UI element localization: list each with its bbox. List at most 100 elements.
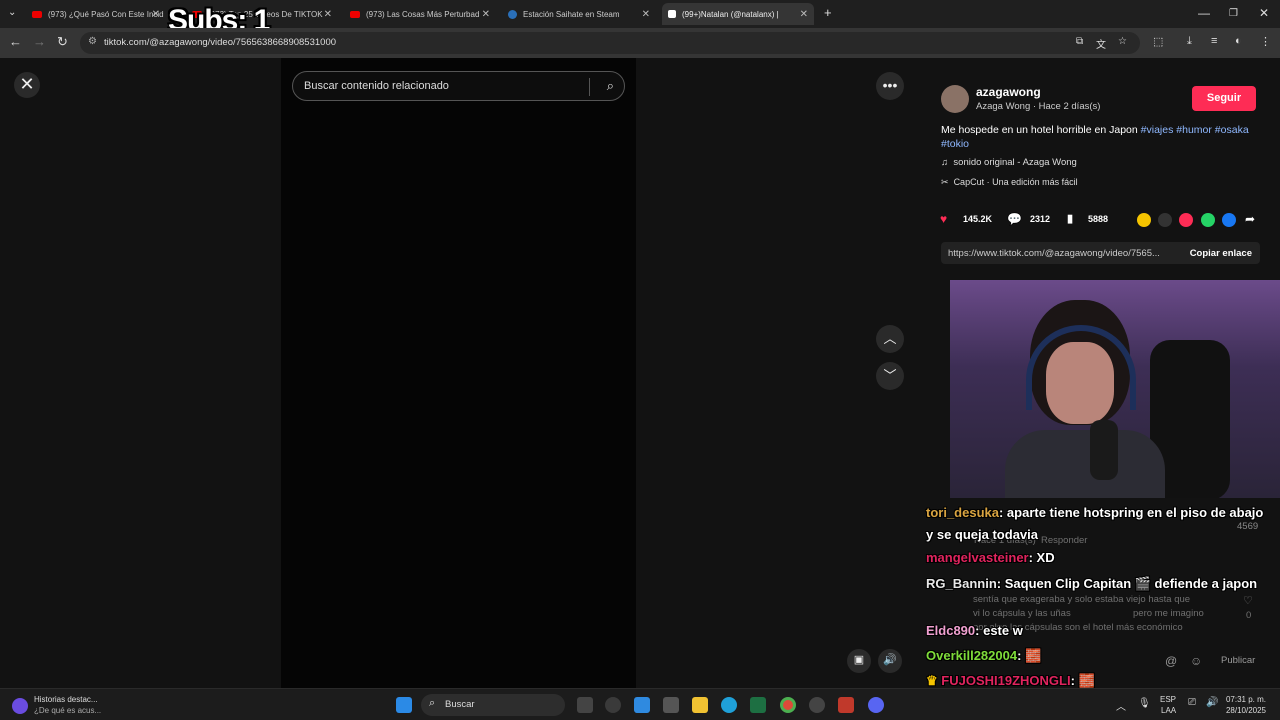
chat-username: FUJOSHI19ZHONGLI <box>941 673 1071 688</box>
emoji-share-icon[interactable] <box>1137 213 1151 227</box>
like-count: 145.2K <box>963 214 993 224</box>
video-player[interactable]: Buscar contenido relacionado ⌕ <box>281 58 636 688</box>
bookmark-icon[interactable]: ▮ <box>1067 212 1073 225</box>
start-icon[interactable] <box>396 697 412 713</box>
close-video-button[interactable]: ✕ <box>14 72 40 98</box>
avatar[interactable] <box>941 85 969 113</box>
profile-icon[interactable]: ◐ <box>1235 35 1242 47</box>
chat-message: tori_desuka: aparte tiene hotspring en e… <box>926 502 1271 546</box>
microphone-icon[interactable]: 🎙 <box>1138 698 1151 709</box>
related-search-input[interactable]: Buscar contenido relacionado ⌕ <box>292 71 625 101</box>
embed-icon[interactable] <box>1158 213 1172 227</box>
comment-count: 2312 <box>1030 214 1051 224</box>
file-explorer-icon[interactable] <box>692 697 708 713</box>
extensions-icon[interactable]: ⬚ <box>1153 35 1163 48</box>
clock-time[interactable]: 07:31 p. m. <box>1222 695 1270 704</box>
install-icon[interactable]: ⧉ <box>1076 36 1083 47</box>
window-close-icon[interactable]: ✕ <box>1259 6 1269 20</box>
comment-heart-icon[interactable]: ♡ <box>1243 594 1253 607</box>
app-icon[interactable] <box>605 697 621 713</box>
youtube-icon <box>350 10 360 18</box>
facebook-icon[interactable] <box>1222 213 1236 227</box>
tab-search-icon[interactable]: ⌄ <box>8 7 16 18</box>
forward-icon[interactable]: → <box>33 34 46 49</box>
tiktok-page: ✕ Buscar contenido relacionado ⌕ ••• ︿ ﹀… <box>0 58 920 688</box>
comment-text: sentía que exageraba y solo estaba viejo… <box>973 594 1191 605</box>
previous-video-button[interactable]: ︿ <box>876 325 904 353</box>
tab-1[interactable]: (973) ¿Qué Pasó Con Este Incid ✕ <box>26 3 166 25</box>
tab-4[interactable]: Estación Saihate en Steam ✕ <box>502 3 656 25</box>
volume-button[interactable]: 🔊 <box>878 649 902 673</box>
search-icon[interactable]: ⌕ <box>607 78 614 94</box>
hashtag-link[interactable]: #viajes <box>1141 124 1174 136</box>
keyboard-layout[interactable]: LAA <box>1161 706 1176 715</box>
heart-icon[interactable]: ♥ <box>940 212 947 226</box>
chat-message: Overkill282004: 🧱 <box>926 648 1041 664</box>
translate-icon[interactable]: 文 <box>1096 36 1106 51</box>
emoji-icon[interactable]: ☺ <box>1190 654 1202 668</box>
close-icon[interactable]: ✕ <box>152 9 160 20</box>
mention-icon[interactable]: @ <box>1165 654 1177 668</box>
pip-button[interactable]: ▣ <box>847 649 871 673</box>
comment-text: vi lo cápsula y las uñas <box>973 608 1071 619</box>
menu-kebab-icon[interactable]: ⋮ <box>1260 35 1271 48</box>
news-widget-icon[interactable] <box>12 698 28 714</box>
taskbar-search[interactable]: ⌕ Buscar <box>421 694 565 716</box>
chat-text: : 🧱 <box>1070 673 1095 688</box>
obs-icon[interactable] <box>809 697 825 713</box>
back-icon[interactable]: ← <box>9 34 22 49</box>
app-icon[interactable] <box>838 697 854 713</box>
bookmark-star-icon[interactable]: ☆ <box>1118 36 1127 47</box>
whatsapp-icon[interactable] <box>1201 213 1215 227</box>
close-icon[interactable]: ✕ <box>324 9 332 20</box>
task-view-icon[interactable] <box>577 697 593 713</box>
discord-icon[interactable] <box>868 697 884 713</box>
url-text: tiktok.com/@azagawong/video/756563866890… <box>104 37 337 48</box>
follow-button[interactable]: Seguir <box>1192 86 1256 111</box>
chrome-icon[interactable] <box>780 697 796 713</box>
restore-icon[interactable]: ❐ <box>1229 8 1238 19</box>
hashtag-link[interactable]: #osaka <box>1215 124 1249 136</box>
copy-link-button[interactable]: Copiar enlace <box>1190 248 1252 259</box>
clock-date[interactable]: 28/10/2025 <box>1222 706 1270 715</box>
language-indicator[interactable]: ESP <box>1160 695 1176 704</box>
share-url: https://www.tiktok.com/@azagawong/video/… <box>948 248 1160 259</box>
edge-icon[interactable] <box>721 697 737 713</box>
network-icon[interactable]: ⎚ <box>1188 697 1196 708</box>
music-note-icon: ♫ <box>941 157 949 168</box>
more-options-button[interactable]: ••• <box>876 72 904 100</box>
tray-chevron-icon[interactable]: ︿ <box>1116 698 1126 713</box>
download-icon[interactable]: ⤓ <box>1187 35 1192 48</box>
tab-5-title: (99+)Natalan (@natalanx) | <box>682 9 779 19</box>
minimize-icon[interactable]: — <box>1198 6 1210 20</box>
close-icon[interactable]: ✕ <box>482 9 490 20</box>
widget-subtitle[interactable]: ¿De qué es acus... <box>34 706 101 715</box>
copilot-icon[interactable] <box>634 697 650 713</box>
media-icon[interactable]: ≡ <box>1211 35 1217 47</box>
widget-title[interactable]: Historias destac... <box>34 695 98 704</box>
tab-5[interactable]: (99+)Natalan (@natalanx) | ✕ <box>662 3 814 25</box>
comment-icon[interactable]: 💬 <box>1007 212 1022 226</box>
chat-username: Eldc890 <box>926 623 976 638</box>
store-icon[interactable] <box>663 697 679 713</box>
hashtag-link[interactable]: #humor <box>1176 124 1212 136</box>
chat-username: RG_Bannin <box>926 576 997 591</box>
next-video-button[interactable]: ﹀ <box>876 362 904 390</box>
capcut-row[interactable]: ✂ CapCut · Una edición más fácil <box>941 177 1078 188</box>
tab-3[interactable]: (973) Las Cosas Más Perturbad ✕ <box>344 3 496 25</box>
hashtag-link[interactable]: #tokio <box>941 138 969 150</box>
reload-icon[interactable]: ↻ <box>57 34 68 50</box>
url-field[interactable]: ⚙ tiktok.com/@azagawong/video/7565638668… <box>80 32 1140 54</box>
username[interactable]: azagawong <box>976 85 1041 99</box>
send-icon[interactable] <box>1179 213 1193 227</box>
close-icon[interactable]: ✕ <box>800 9 808 20</box>
address-bar: ← → ↻ ⚙ tiktok.com/@azagawong/video/7565… <box>0 28 1280 58</box>
excel-icon[interactable] <box>750 697 766 713</box>
publish-button[interactable]: Publicar <box>1221 655 1255 666</box>
site-info-icon[interactable]: ⚙ <box>88 36 97 47</box>
new-tab-icon[interactable]: + <box>824 5 832 20</box>
share-arrow-icon[interactable]: ➦ <box>1245 212 1255 226</box>
volume-icon[interactable]: 🔊 <box>1206 697 1218 708</box>
sound-row[interactable]: ♫ sonido original - Azaga Wong <box>941 157 1077 168</box>
close-icon[interactable]: ✕ <box>642 9 650 20</box>
